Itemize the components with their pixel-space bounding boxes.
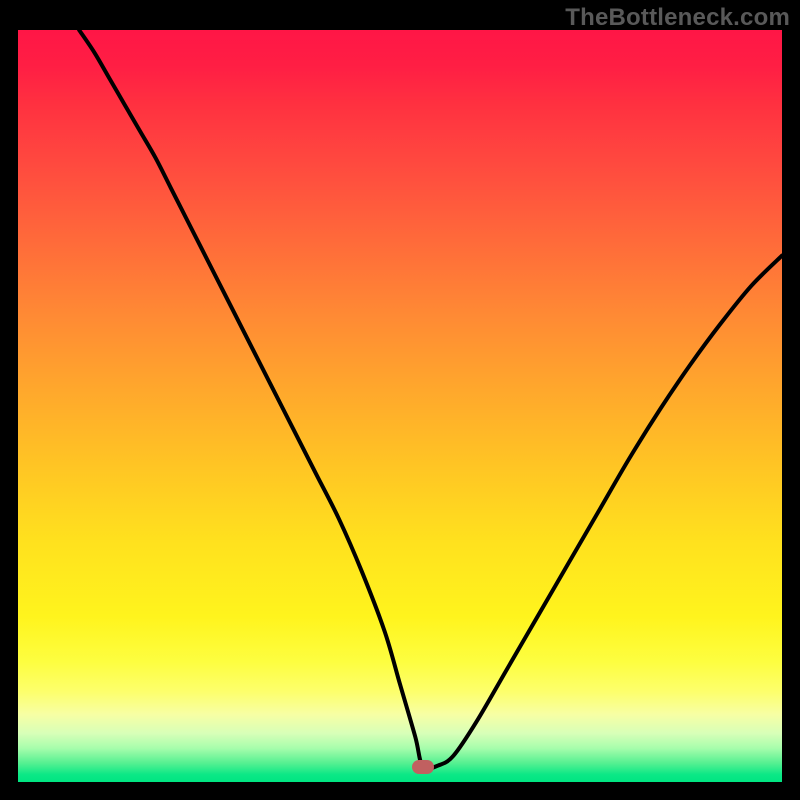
plot-area — [18, 30, 782, 782]
bottleneck-curve — [79, 30, 782, 769]
watermark-text: TheBottleneck.com — [565, 4, 790, 32]
minimum-marker — [412, 760, 434, 774]
curve-layer — [18, 30, 782, 782]
chart-container: TheBottleneck.com — [0, 0, 800, 800]
